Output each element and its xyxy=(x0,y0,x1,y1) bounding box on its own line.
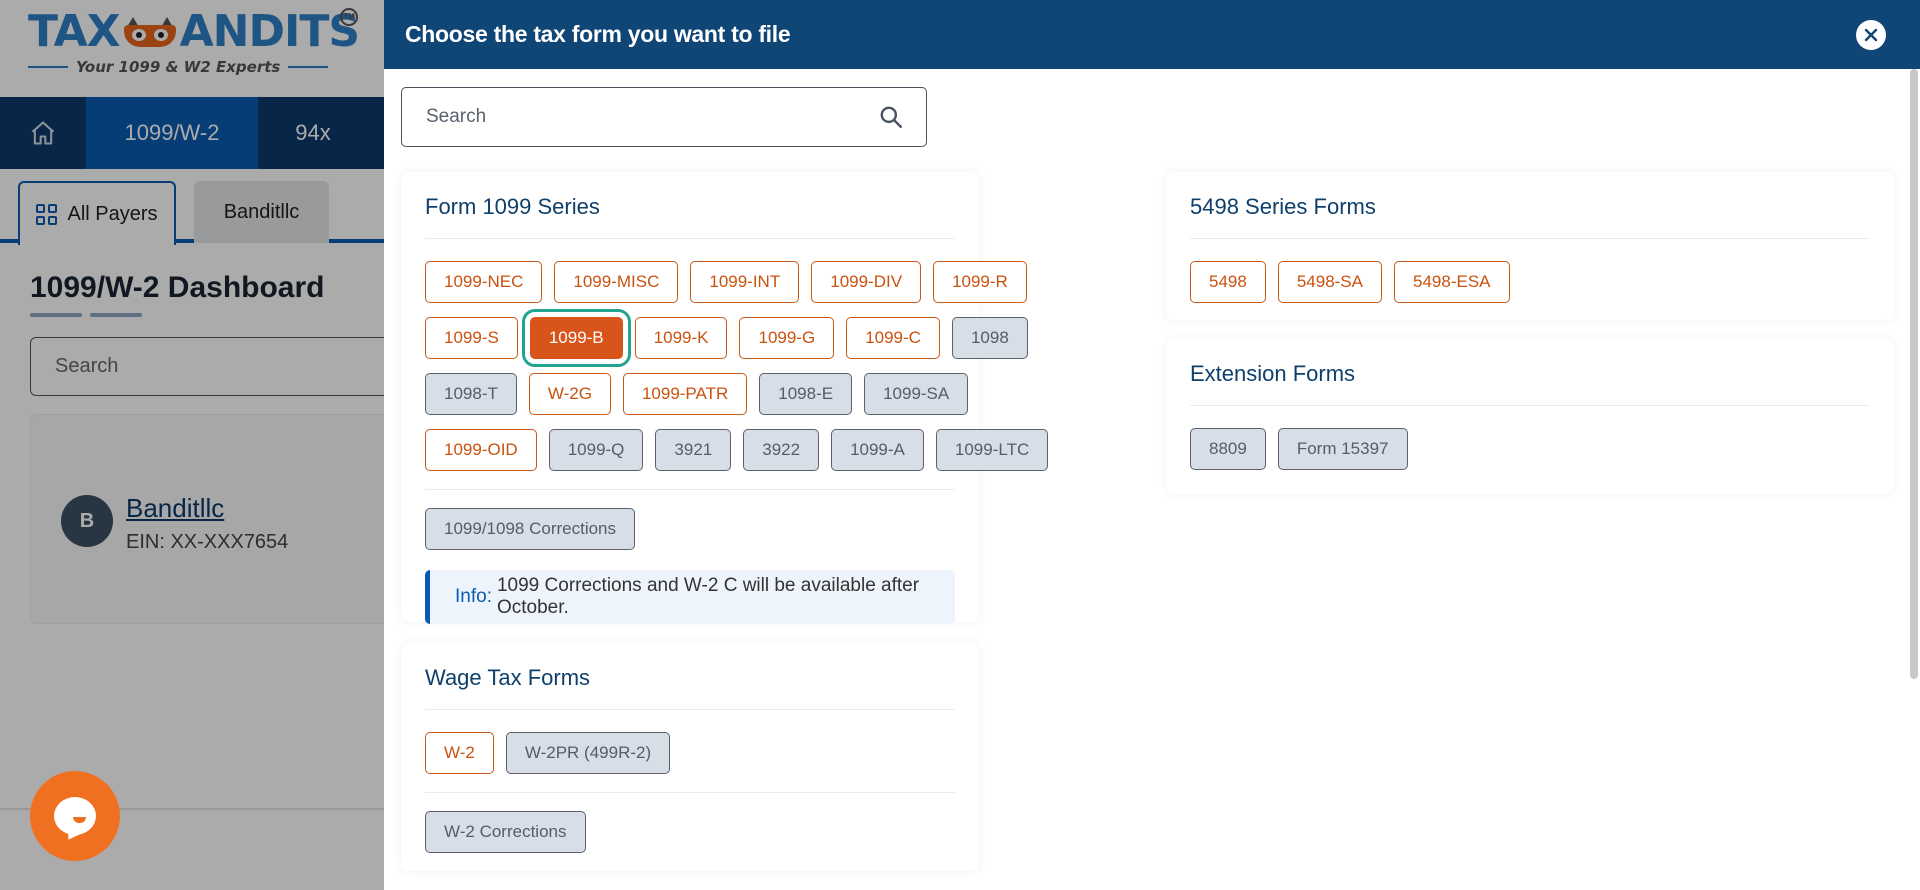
divider xyxy=(425,792,955,793)
modal-scrollbar[interactable] xyxy=(1908,69,1920,890)
info-text: 1099 Corrections and W-2 C will be avail… xyxy=(496,575,920,618)
info-label: Info: xyxy=(455,586,492,607)
button-row: 1099-S 1099-B 1099-K 1099-G 1099-C 1098 xyxy=(425,309,1028,367)
form-button-1098[interactable]: 1098 xyxy=(951,317,1028,359)
form-button-1099-q[interactable]: 1099-Q xyxy=(548,429,644,471)
section-extension-forms: Extension Forms 8809 Form 15397 xyxy=(1166,339,1894,494)
form-button-1099-g[interactable]: 1099-G xyxy=(739,317,835,359)
close-icon xyxy=(1864,28,1878,42)
divider xyxy=(1190,405,1870,406)
form-button-w-2pr[interactable]: W-2PR (499R-2) xyxy=(505,732,671,774)
form-button-1099-r[interactable]: 1099-R xyxy=(933,261,1027,303)
form-search xyxy=(401,87,927,147)
form-button-1099-c[interactable]: 1099-C xyxy=(846,317,940,359)
modal-backdrop[interactable] xyxy=(0,0,384,890)
button-row: 1099-OID 1099-Q 3921 3922 1099-A 1099-LT… xyxy=(425,429,1049,471)
form-button-form-15397[interactable]: Form 15397 xyxy=(1277,428,1408,470)
form-button-1099-sa[interactable]: 1099-SA xyxy=(864,373,969,415)
section-title: 5498 Series Forms xyxy=(1190,194,1376,219)
form-button-w-2g[interactable]: W-2G xyxy=(528,373,611,415)
form-1099-buttons: 1099-NEC 1099-MISC 1099-INT 1099-DIV 109… xyxy=(401,239,1049,471)
page: TAX ANDITS TM Your 1099 & W2 Experts 109… xyxy=(0,0,1920,890)
form-button-1099-int[interactable]: 1099-INT xyxy=(690,261,800,303)
divider xyxy=(425,709,955,710)
form-search-input[interactable] xyxy=(426,106,878,128)
form-button-1099-nec[interactable]: 1099-NEC xyxy=(425,261,543,303)
scrollbar-thumb[interactable] xyxy=(1910,69,1918,679)
form-button-1099-b[interactable]: 1099-B xyxy=(521,309,631,367)
modal-header: Choose the tax form you want to file xyxy=(384,0,1920,69)
search-icon[interactable] xyxy=(878,104,904,130)
form-button-1099-k[interactable]: 1099-K xyxy=(634,317,728,359)
form-button-1099-1098-corrections[interactable]: 1099/1098 Corrections xyxy=(425,508,636,550)
form-button-1099-div[interactable]: 1099-DIV xyxy=(811,261,922,303)
form-button-5498[interactable]: 5498 xyxy=(1190,261,1266,303)
section-wage-tax-forms: Wage Tax Forms W-2 W-2PR (499R-2) W-2 Co… xyxy=(401,643,979,871)
form-selection-modal: Choose the tax form you want to file For… xyxy=(384,0,1920,890)
section-5498-series: 5498 Series Forms 5498 5498-SA 5498-ESA xyxy=(1166,172,1894,320)
section-title: Form 1099 Series xyxy=(425,194,600,219)
form-button-1099-s[interactable]: 1099-S xyxy=(425,317,518,359)
modal-title: Choose the tax form you want to file xyxy=(405,21,791,47)
button-row: 1098-T W-2G 1099-PATR 1098-E 1099-SA xyxy=(425,373,969,415)
form-button-1099-oid[interactable]: 1099-OID xyxy=(425,429,537,471)
form-button-w-2[interactable]: W-2 xyxy=(425,732,494,774)
form-button-1099-ltc[interactable]: 1099-LTC xyxy=(935,429,1049,471)
form-button-3922[interactable]: 3922 xyxy=(743,429,820,471)
button-row: 1099-NEC 1099-MISC 1099-INT 1099-DIV 109… xyxy=(425,261,1027,303)
form-button-5498-esa[interactable]: 5498-ESA xyxy=(1394,261,1510,303)
form-button-5498-sa[interactable]: 5498-SA xyxy=(1277,261,1382,303)
form-button-8809[interactable]: 8809 xyxy=(1190,428,1266,470)
section-title: Extension Forms xyxy=(1190,361,1356,386)
divider xyxy=(425,489,955,490)
info-banner: Info: 1099 Corrections and W-2 C will be… xyxy=(425,570,955,624)
close-button[interactable] xyxy=(1856,20,1886,50)
form-button-w-2-corrections[interactable]: W-2 Corrections xyxy=(425,811,586,853)
form-button-3921[interactable]: 3921 xyxy=(655,429,732,471)
section-title: Wage Tax Forms xyxy=(425,665,591,690)
section-1099-series: Form 1099 Series 1099-NEC 1099-MISC 1099… xyxy=(401,172,1049,624)
form-button-1099-a[interactable]: 1099-A xyxy=(831,429,924,471)
form-button-1098-e[interactable]: 1098-E xyxy=(759,373,853,415)
form-button-1098-t[interactable]: 1098-T xyxy=(425,373,517,415)
chat-icon xyxy=(54,797,96,835)
chat-button[interactable] xyxy=(30,771,120,861)
form-button-1099-patr[interactable]: 1099-PATR xyxy=(622,373,748,415)
divider xyxy=(1190,238,1870,239)
form-button-1099-misc[interactable]: 1099-MISC xyxy=(554,261,679,303)
